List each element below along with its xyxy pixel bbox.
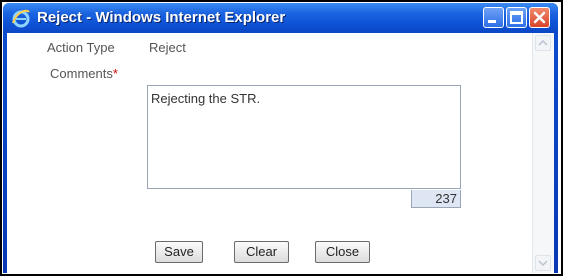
window-title: Reject - Windows Internet Explorer xyxy=(37,9,286,26)
title-bar[interactable]: Reject - Windows Internet Explorer xyxy=(3,3,558,33)
minimize-button[interactable] xyxy=(483,7,504,28)
scroll-up-arrow-icon xyxy=(538,39,548,46)
scroll-down-arrow-icon xyxy=(538,260,548,267)
required-marker: * xyxy=(112,66,118,81)
comments-label-wrap: Comments* xyxy=(50,66,118,81)
minimize-icon xyxy=(488,20,496,23)
comments-text: Rejecting the STR. xyxy=(151,91,261,106)
character-counter: 237 xyxy=(411,190,461,208)
action-type-value: Reject xyxy=(149,40,186,55)
internet-explorer-icon xyxy=(11,8,31,28)
close-window-button[interactable] xyxy=(529,7,550,28)
comments-label: Comments xyxy=(50,66,113,81)
maximize-icon xyxy=(510,11,523,24)
comments-textarea[interactable]: Rejecting the STR. xyxy=(147,85,461,189)
vertical-scrollbar[interactable] xyxy=(532,33,554,273)
close-button[interactable]: Close xyxy=(315,241,370,263)
clear-button[interactable]: Clear xyxy=(234,241,289,263)
page-content: Action Type Reject Comments* Rejecting t… xyxy=(7,33,554,273)
save-button[interactable]: Save xyxy=(155,241,203,263)
action-type-label: Action Type xyxy=(47,40,115,55)
maximize-button[interactable] xyxy=(506,7,527,28)
browser-window: Reject - Windows Internet Explorer Actio… xyxy=(3,3,558,273)
close-icon xyxy=(533,11,546,24)
scroll-down-button[interactable] xyxy=(535,255,551,271)
scroll-up-button[interactable] xyxy=(535,35,551,51)
